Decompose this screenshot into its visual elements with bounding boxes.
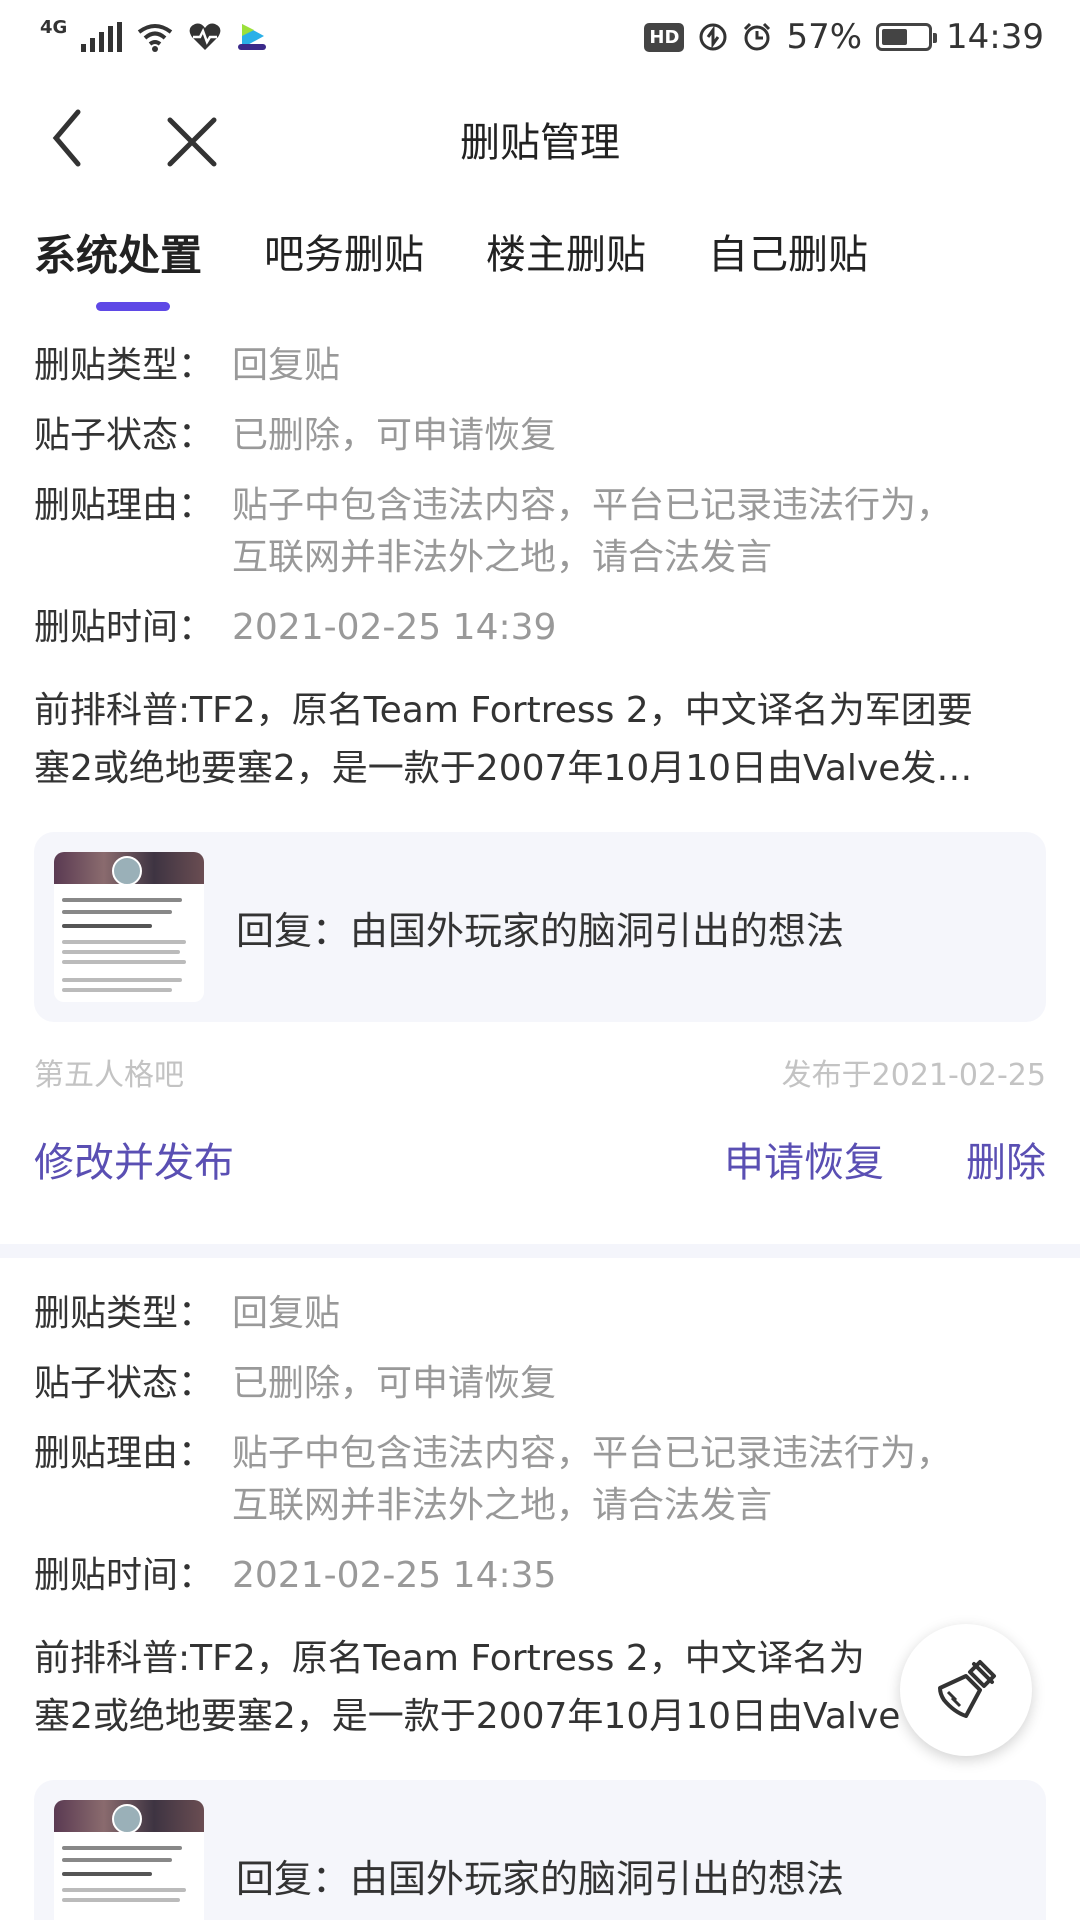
network-type: 4G [40, 16, 68, 38]
thread-thumbnail [54, 852, 204, 1002]
post-status-row: 贴子状态： 已删除，可申请恢复 [34, 1358, 1046, 1410]
page-title: 删贴管理 [460, 120, 620, 166]
delete-type-row: 删贴类型： 回复贴 [34, 1288, 1046, 1340]
request-restore-button[interactable]: 申请恢复 [724, 1130, 884, 1188]
clock: 14:39 [946, 17, 1044, 57]
edit-and-publish-button[interactable]: 修改并发布 [34, 1130, 234, 1188]
delete-type-label: 删贴类型： [34, 345, 215, 386]
delete-type-value: 回复贴 [232, 1293, 341, 1334]
quoted-thread-title: 回复：由国外玩家的脑洞引出的想法 [236, 908, 845, 953]
delete-type-row: 删贴类型： 回复贴 [34, 340, 1046, 392]
header: 删贴管理 [0, 74, 1080, 206]
status-left: 4G [40, 17, 268, 52]
status-right: HD 57% 14:39 [644, 17, 1044, 57]
alarm-icon [744, 22, 771, 51]
battery-percent: 57% [786, 17, 863, 57]
brush-icon [938, 1660, 996, 1718]
card-divider [0, 1244, 1080, 1258]
delete-reason-label: 删贴理由： [34, 485, 215, 526]
data-saver-icon [699, 23, 727, 51]
delete-type-label: 删贴类型： [34, 1293, 215, 1334]
delete-time-row: 删贴时间： 2021-02-25 14:35 [34, 1550, 1046, 1602]
reason-line-2: 互联网并非法外之地，请合法发言 [232, 1485, 773, 1526]
quoted-thread-title: 回复：由国外玩家的脑洞引出的想法 [236, 1856, 845, 1901]
delete-reason-label: 删贴理由： [34, 1433, 215, 1474]
delete-time-value: 2021-02-25 14:39 [232, 607, 557, 648]
delete-time-label: 删贴时间： [34, 607, 215, 648]
summary-line-1: 前排科普:TF2，原名Team Fortress 2，中文译名为军团要 [34, 690, 973, 731]
signal-icon [81, 22, 123, 52]
delete-reason-value: 贴子中包含违法内容，平台已记录违法行为， 互联网并非法外之地，请合法发言 [232, 480, 952, 584]
post-status-row: 贴子状态： 已删除，可申请恢复 [34, 410, 1046, 462]
summary-line-2: 塞2或绝地要塞2，是一款于2007年10月10日由Valve发… [34, 748, 973, 789]
post-meta: 第五人格吧 发布于2021-02-25 [34, 1050, 1046, 1094]
delete-time-label: 删贴时间： [34, 1555, 215, 1596]
deleted-post-card: 删贴类型： 回复贴 贴子状态： 已删除，可申请恢复 删贴理由： 贴子中包含违法内… [0, 340, 1080, 1188]
reason-line-1: 贴子中包含违法内容，平台已记录违法行为， [232, 1433, 953, 1474]
post-status-label: 贴子状态： [34, 1363, 215, 1404]
deleted-post-card: 删贴类型： 回复贴 贴子状态： 已删除，可申请恢复 删贴理由： 贴子中包含违法内… [0, 1288, 1080, 1920]
tab-self[interactable]: 自己删贴 [708, 222, 868, 293]
status-bar: 4G HD 57% 14:39 [0, 0, 1080, 74]
video-app-icon [238, 24, 267, 50]
delete-time-row: 删贴时间： 2021-02-25 14:39 [34, 602, 1046, 654]
delete-button[interactable]: 删除 [966, 1130, 1046, 1188]
clean-fab-button[interactable] [900, 1624, 1032, 1756]
delete-reason-value: 贴子中包含违法内容，平台已记录违法行为， 互联网并非法外之地，请合法发言 [232, 1428, 952, 1532]
wifi-icon [138, 24, 173, 52]
post-status-label: 贴子状态： [34, 415, 215, 456]
health-icon [189, 23, 221, 50]
tab-owner[interactable]: 楼主删贴 [486, 222, 646, 293]
delete-reason-row: 删贴理由： 贴子中包含违法内容，平台已记录违法行为， 互联网并非法外之地，请合法… [34, 1428, 1046, 1532]
tab-system[interactable]: 系统处置 [34, 222, 202, 311]
post-summary[interactable]: 前排科普:TF2，原名Team Fortress 2，中文译名为军团要 塞2或绝… [34, 682, 1046, 798]
thread-thumbnail [54, 1800, 204, 1920]
summary-line-2: 塞2或绝地要塞2，是一款于2007年10月10日由Valve [34, 1696, 901, 1737]
publish-date: 发布于2021-02-25 [781, 1058, 1046, 1093]
summary-line-1: 前排科普:TF2，原名Team Fortress 2，中文译名为 [34, 1638, 865, 1679]
delete-reason-row: 删贴理由： 贴子中包含违法内容，平台已记录违法行为， 互联网并非法外之地，请合法… [34, 480, 1046, 584]
quoted-thread[interactable]: 回复：由国外玩家的脑洞引出的想法 [34, 1780, 1046, 1920]
reason-line-2: 互联网并非法外之地，请合法发言 [232, 537, 773, 578]
battery-icon [876, 23, 938, 51]
delete-type-value: 回复贴 [232, 345, 341, 386]
quoted-thread[interactable]: 回复：由国外玩家的脑洞引出的想法 [34, 832, 1046, 1022]
hd-icon: HD [644, 22, 685, 52]
post-status-value: 已删除，可申请恢复 [232, 415, 557, 456]
post-summary[interactable]: 前排科普:TF2，原名Team Fortress 2，中文译名为 塞2或绝地要塞… [34, 1630, 1046, 1746]
forum-name[interactable]: 第五人格吧 [34, 1050, 184, 1094]
post-status-value: 已删除，可申请恢复 [232, 1363, 557, 1404]
reason-line-1: 贴子中包含违法内容，平台已记录违法行为， [232, 485, 953, 526]
post-actions: 修改并发布 申请恢复 删除 [34, 1130, 1046, 1188]
delete-time-value: 2021-02-25 14:35 [232, 1555, 557, 1596]
tab-moderator[interactable]: 吧务删贴 [264, 222, 424, 293]
tab-bar: 系统处置 吧务删贴 楼主删贴 自己删贴 [34, 222, 868, 311]
